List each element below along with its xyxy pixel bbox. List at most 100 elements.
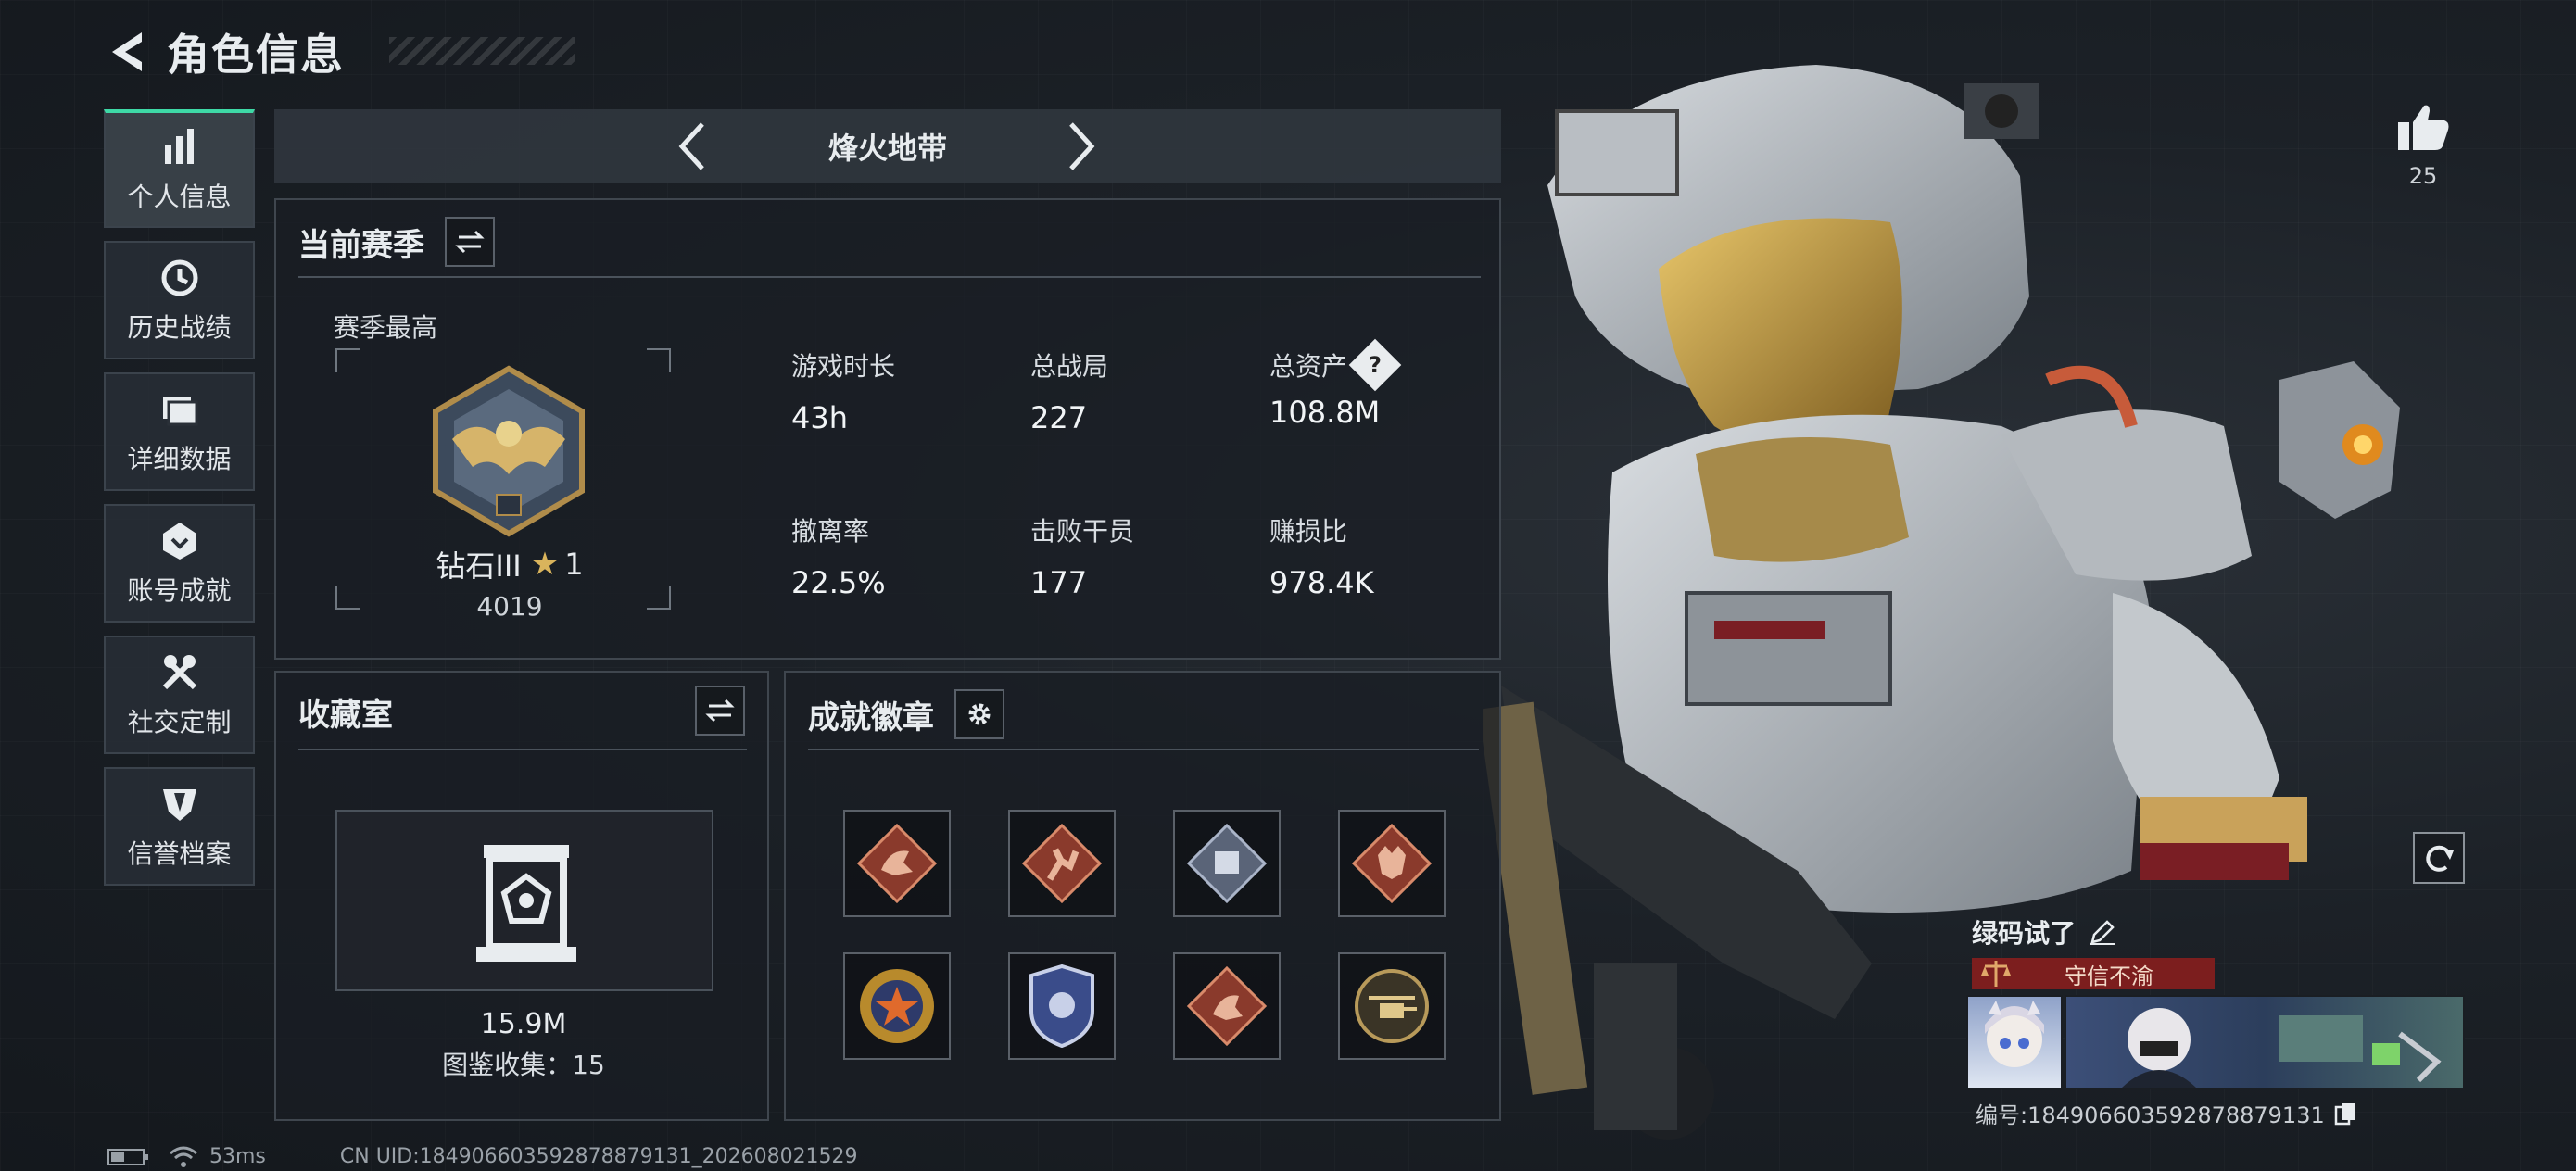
back-button[interactable] <box>102 26 154 78</box>
divider <box>808 749 1479 750</box>
police-badge-icon <box>1029 964 1094 1048</box>
star-icon: ★ <box>530 546 560 583</box>
rank-points: 4019 <box>476 591 543 622</box>
honor-title-bar: 守信不渝 <box>1972 958 2215 989</box>
collection-panel: 收藏室 15.9M 图鉴收集：15 <box>274 671 769 1121</box>
stat-value: 108.8M <box>1269 395 1381 430</box>
edit-icon[interactable] <box>2089 918 2116 946</box>
stat-value: 177 <box>1030 565 1088 600</box>
sidebar-item-details[interactable]: 详细数据 <box>104 372 255 491</box>
header: 角色信息 <box>102 24 345 80</box>
banner-card[interactable] <box>2065 995 2465 1089</box>
crate-badge-icon <box>1187 824 1267 903</box>
frame-corner <box>647 348 671 372</box>
sidebar: 个人信息 历史战绩 详细数据 账号成就 社交定制 信誉档案 <box>104 109 255 899</box>
rank-emblem-icon <box>433 365 585 537</box>
stat-label: 赚损比 <box>1269 516 1348 547</box>
stat-kills: 击败干员 177 <box>1030 511 1134 600</box>
avatar[interactable] <box>1966 995 2063 1089</box>
stat-label: 击败干员 <box>1030 516 1135 547</box>
stat-profit-ratio: 赚损比 978.4K <box>1269 511 1374 600</box>
stat-extract-rate: 撤离率 22.5% <box>791 511 886 600</box>
season-title: 当前赛季 <box>298 226 424 264</box>
stat-value: 978.4K <box>1269 565 1374 600</box>
collection-header: 收藏室 <box>298 689 393 735</box>
mode-selector: 烽火地带 <box>274 109 1501 183</box>
gear-icon <box>968 703 991 725</box>
season-switch-button[interactable] <box>445 217 495 267</box>
sidebar-item-achievements[interactable]: 账号成就 <box>104 504 255 623</box>
collection-count: 图鉴收集：15 <box>442 1050 605 1080</box>
runner-badge-icon <box>1022 824 1102 903</box>
season-panel: 当前赛季 赛季最高 钻石III ★ 1 4019 游戏时长 43h 总战局 22… <box>274 198 1501 660</box>
dragon-badge-2-icon <box>1187 966 1267 1046</box>
dragon-badge-icon <box>857 824 937 903</box>
divider <box>298 749 747 750</box>
mode-prev-button[interactable] <box>656 109 730 183</box>
like-button[interactable]: 25 <box>2391 102 2456 189</box>
back-arrow-icon <box>112 32 142 71</box>
collection-switch-button[interactable] <box>695 686 745 736</box>
help-icon[interactable]: ? <box>1348 338 1402 392</box>
rank-line: 钻石III ★ 1 <box>334 543 686 586</box>
collection-title: 收藏室 <box>298 697 393 734</box>
frame-corner <box>335 348 360 372</box>
sidebar-item-label: 详细数据 <box>127 444 232 474</box>
badge-slot[interactable] <box>1338 810 1446 917</box>
chevron-left-icon <box>678 122 704 170</box>
badge-slot[interactable] <box>1008 810 1116 917</box>
season-best-label: 赛季最高 <box>334 312 438 343</box>
help-glyph: ? <box>1369 351 1382 378</box>
star-medal-badge-icon <box>860 969 934 1043</box>
badge-slot[interactable] <box>1008 952 1116 1060</box>
stat-label: 撤离率 <box>791 516 870 547</box>
sidebar-item-social[interactable]: 社交定制 <box>104 636 255 754</box>
badge-slot[interactable] <box>1173 952 1281 1060</box>
badges-header: 成就徽章 <box>808 689 1004 739</box>
honor-title: 守信不渝 <box>2065 963 2153 989</box>
divider <box>298 276 1481 278</box>
scales-icon <box>1981 961 2011 987</box>
folder-icon <box>158 387 202 432</box>
status-bar: 53ms CN UID:184906603592878879131_202608… <box>107 1145 858 1168</box>
player-id: 编号:184906603592878879131 <box>1976 1102 2325 1128</box>
badge-slot[interactable] <box>843 810 951 917</box>
ping: 53ms <box>209 1145 266 1168</box>
mode-title: 烽火地带 <box>827 131 947 166</box>
badge-slot[interactable] <box>1173 810 1281 917</box>
like-count: 25 <box>2408 163 2438 189</box>
season-header: 当前赛季 <box>298 217 495 267</box>
banner-image <box>2122 1008 2442 1088</box>
collection-display[interactable] <box>335 810 713 991</box>
collection-value: 15.9M <box>480 1008 567 1040</box>
thumbs-up-icon <box>2398 105 2449 150</box>
badges-settings-button[interactable] <box>954 689 1004 739</box>
wolf-badge-icon <box>1352 824 1432 903</box>
badge-slot[interactable] <box>1338 952 1446 1060</box>
stat-value: 227 <box>1030 400 1088 435</box>
mode-next-button[interactable] <box>1043 109 1118 183</box>
sidebar-item-reputation[interactable]: 信誉档案 <box>104 767 255 886</box>
sidebar-item-label: 社交定制 <box>127 707 232 737</box>
avatar-image <box>1985 1001 2044 1067</box>
battery-icon <box>107 1148 148 1165</box>
sidebar-item-history[interactable]: 历史战绩 <box>104 241 255 359</box>
sidebar-item-label: 账号成就 <box>127 575 232 606</box>
stat-label: 游戏时长 <box>791 351 896 382</box>
copy-icon[interactable] <box>2334 1102 2356 1126</box>
player-name: 绿码试了 <box>1972 918 2077 949</box>
rank-stars: 1 <box>564 547 584 582</box>
title-decoration <box>389 37 575 65</box>
achievement-icon <box>158 519 202 563</box>
rank-block: 钻石III ★ 1 4019 <box>334 543 686 622</box>
wifi-icon <box>170 1146 197 1167</box>
sidebar-item-profile[interactable]: 个人信息 <box>104 109 255 228</box>
badge-slot[interactable] <box>843 952 951 1060</box>
sidebar-item-label: 个人信息 <box>127 182 232 212</box>
refresh-button[interactable] <box>2413 832 2465 884</box>
bar-chart-icon <box>158 125 202 170</box>
helicopter-badge-icon <box>1355 969 1429 1043</box>
stat-value: 43h <box>791 400 848 435</box>
stat-label: 总战局 <box>1030 351 1109 382</box>
stat-label-row: 总资产 ? <box>1269 338 1402 392</box>
